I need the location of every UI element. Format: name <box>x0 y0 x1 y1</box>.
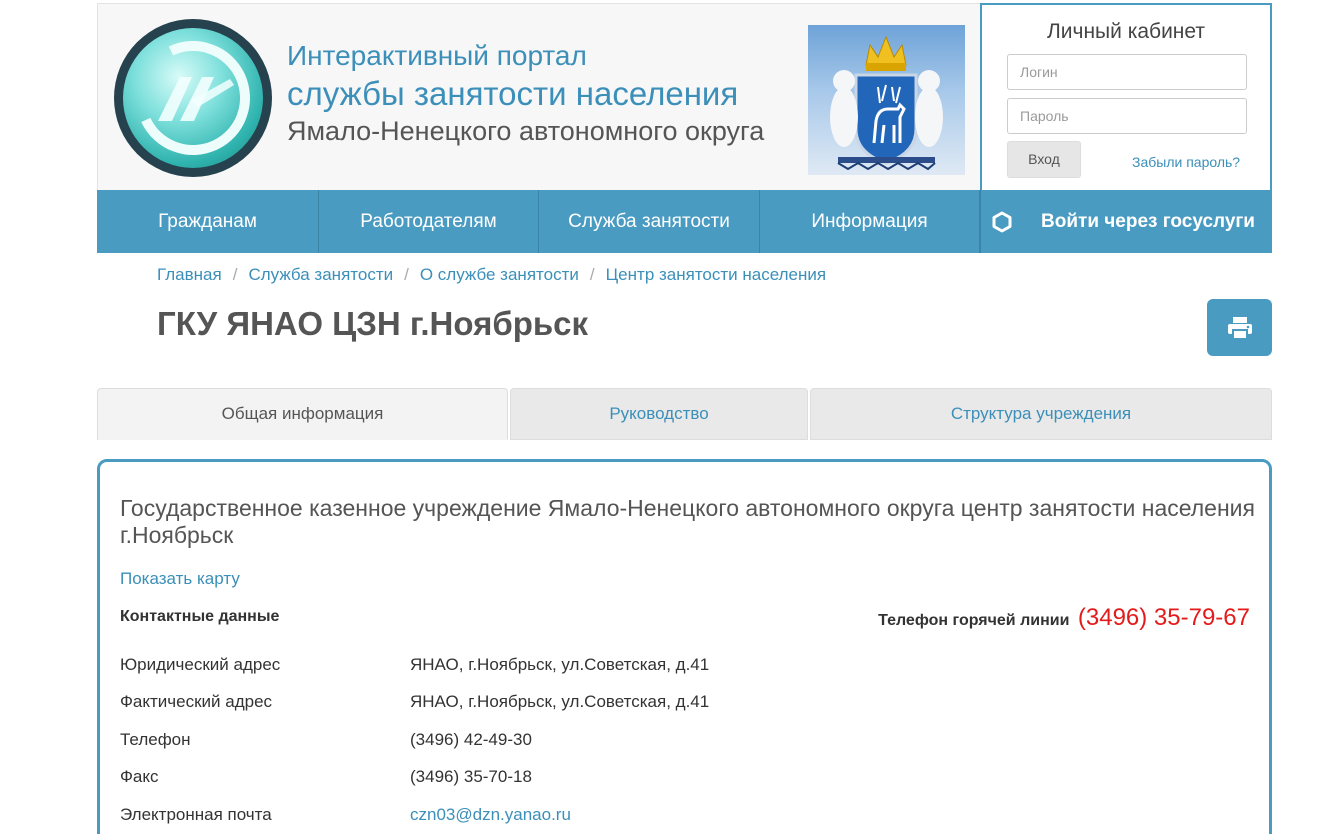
gosuslugi-label: Войти через госуслуги <box>1041 211 1255 232</box>
breadcrumb-item-home[interactable]: Главная <box>157 265 222 284</box>
coat-of-arms-icon <box>830 35 943 171</box>
tab-management[interactable]: Руководство <box>510 388 808 440</box>
portal-title-line2: службы занятости населения <box>287 75 739 112</box>
contact-value: ЯНАО, г.Ноябрьск, ул.Советская, д.41 <box>410 692 710 711</box>
portal-title-line1: Интерактивный портал <box>287 40 587 71</box>
printer-icon <box>1228 317 1252 340</box>
contact-value: (3496) 42-49-30 <box>410 730 532 749</box>
gosuslugi-login-button[interactable]: Войти через госуслуги <box>980 190 1272 253</box>
contact-key: Электронная почта <box>120 805 272 824</box>
contact-value: (3496) 35-70-18 <box>410 767 532 786</box>
contact-key: Телефон <box>120 730 191 749</box>
contacts-heading: Контактные данные <box>120 608 280 625</box>
gosuslugi-hexagon-icon <box>992 211 1012 233</box>
login-input[interactable] <box>1007 54 1247 90</box>
contact-key: Юридический адрес <box>120 655 281 674</box>
hotline-number[interactable]: (3496) 35-79-67 <box>1078 604 1250 631</box>
tab-general-info[interactable]: Общая информация <box>97 388 508 440</box>
breadcrumb-item-employment-service[interactable]: Служба занятости <box>248 265 393 284</box>
organization-full-name: Государственное казенное учреждение Ямал… <box>120 495 1255 548</box>
nav-item-information[interactable]: Информация <box>760 190 980 253</box>
logo-mark-icon <box>158 77 234 121</box>
tab-structure[interactable]: Структура учреждения <box>810 388 1272 440</box>
breadcrumb-separator: / <box>232 265 238 284</box>
contact-key: Фактический адрес <box>120 692 273 711</box>
print-button[interactable] <box>1207 299 1272 356</box>
password-input[interactable] <box>1007 98 1247 134</box>
nav-item-employment-service[interactable]: Служба занятости <box>539 190 760 253</box>
hotline: Телефон горячей линии (3496) 35-79-67 <box>878 604 1250 632</box>
info-tabs: Общая информация Руководство Структура у… <box>97 388 1272 440</box>
forgot-password-link[interactable]: Забыли пароль? <box>1132 154 1240 170</box>
breadcrumb: Главная / Служба занятости / О службе занято… <box>157 265 826 285</box>
contact-value: ЯНАО, г.Ноябрьск, ул.Советская, д.41 <box>410 655 710 674</box>
breadcrumb-item-about[interactable]: О службе занятости <box>420 265 579 284</box>
breadcrumb-item-center[interactable]: Центр занятости населения <box>606 265 826 284</box>
nav-item-employers[interactable]: Работодателям <box>319 190 539 253</box>
page-title: ГКУ ЯНАО ЦЗН г.Ноябрьск <box>157 305 589 342</box>
breadcrumb-separator: / <box>404 265 409 284</box>
show-map-link[interactable]: Показать карту <box>120 569 240 589</box>
portal-logo[interactable] <box>114 19 272 177</box>
contact-key: Факс <box>120 767 159 786</box>
login-panel: Личный кабинет Вход Забыли пароль? <box>980 3 1272 190</box>
nav-item-citizens[interactable]: Гражданам <box>97 190 319 253</box>
hotline-label: Телефон горячей линии <box>878 612 1070 629</box>
organization-card: Государственное казенное учреждение Ямал… <box>97 459 1272 834</box>
email-link[interactable]: czn03@dzn.yanao.ru <box>410 805 571 825</box>
breadcrumb-separator: / <box>589 265 595 284</box>
login-panel-title: Личный кабинет <box>1047 20 1205 43</box>
coat-of-arms-emblem <box>808 25 965 175</box>
main-nav: Гражданам Работодателям Служба занятости… <box>97 190 1272 253</box>
login-button[interactable]: Вход <box>1007 141 1081 178</box>
portal-title-line3: Ямало-Ненецкого автономного округа <box>287 116 765 146</box>
portal-title[interactable]: Интерактивный портал службы занятости на… <box>287 42 764 145</box>
